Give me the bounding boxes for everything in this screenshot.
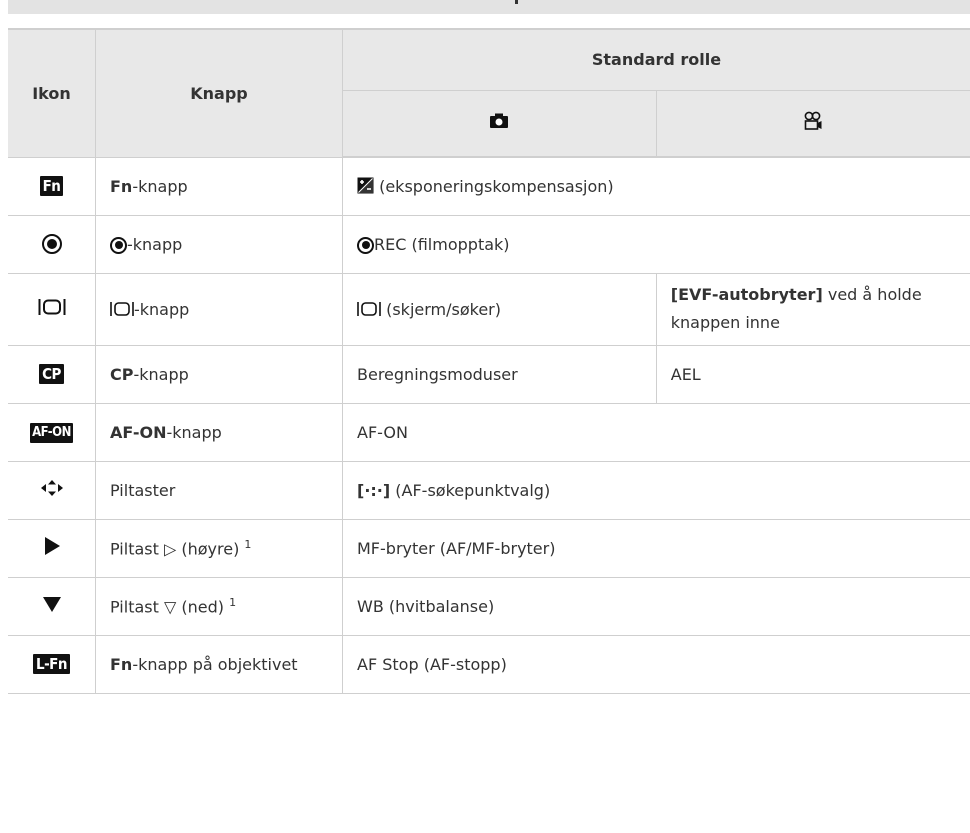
role-video-cell: AEL	[655, 345, 970, 404]
button-role-table: Ikon Knapp Standard rolle Fn Fn-knapp (e…	[8, 28, 970, 694]
row-icon-cell	[8, 577, 96, 636]
af-target-icon: [·:·]	[357, 480, 391, 500]
role-cell: AF Stop (AF-stopp)	[342, 635, 970, 694]
record-icon	[357, 236, 374, 254]
lens-fn-icon: L-Fn	[32, 654, 71, 674]
knapp-cell: Fn-knapp på objektivet	[95, 635, 343, 694]
knapp-cell: -knapp	[95, 273, 343, 346]
table-row: Piltaster [·:·] (AF-søkepunktvalg)	[8, 461, 970, 520]
role-video-cell: [EVF-autobryter] ved å holde knappen inn…	[655, 273, 970, 346]
table-row: AF-ON AF-ON-knapp AF-ON	[8, 403, 970, 462]
header-photo	[342, 90, 657, 158]
role-photo-cell: Beregningsmoduser	[342, 345, 657, 404]
knapp-cell: Piltaster	[95, 461, 343, 520]
role-cell: (eksponeringskompensasjon)	[342, 157, 970, 216]
monitor-viewer-icon	[357, 301, 381, 316]
knapp-cell: -knapp	[95, 215, 343, 274]
play-right-icon	[44, 537, 60, 555]
row-icon-cell	[8, 519, 96, 578]
exposure-compensation-icon	[357, 177, 374, 194]
table-row: -knapp (skjerm/søker) [EVF-autobryter] v…	[8, 273, 970, 346]
knapp-cell: AF-ON-knapp	[95, 403, 343, 462]
role-cell: AF-ON	[342, 403, 970, 462]
role-cell: MF-bryter (AF/MF-bryter)	[342, 519, 970, 578]
row-icon-cell: Fn	[8, 157, 96, 216]
row-icon-cell: AF-ON	[8, 403, 96, 462]
row-icon-cell	[8, 215, 96, 274]
table-row: -knapp REC (filmopptak)	[8, 215, 970, 274]
header-knapp: Knapp	[95, 28, 343, 158]
fn-icon: Fn	[39, 176, 64, 196]
header-video	[655, 90, 970, 158]
arrow-pad-icon	[40, 480, 63, 496]
table-row: L-Fn Fn-knapp på objektivet AF Stop (AF-…	[8, 635, 970, 694]
record-icon	[110, 236, 127, 254]
row-icon-cell	[8, 273, 96, 346]
record-icon	[41, 234, 62, 255]
table-row: Piltast ▷ (høyre) 1 MF-bryter (AF/MF-bry…	[8, 519, 970, 578]
af-on-icon: AF-ON	[30, 423, 73, 443]
table-row: Piltast ▽ (ned) 1 WB (hvitbalanse)	[8, 577, 970, 636]
role-cell: REC (filmopptak)	[342, 215, 970, 274]
monitor-viewer-icon	[110, 301, 134, 316]
knapp-cell: CP-knapp	[95, 345, 343, 404]
row-icon-cell: CP	[8, 345, 96, 404]
row-icon-cell: L-Fn	[8, 635, 96, 694]
top-rule	[8, 0, 970, 14]
knapp-cell: Fn-knapp	[95, 157, 343, 216]
movie-camera-icon	[804, 111, 822, 131]
role-cell: WB (hvitbalanse)	[342, 577, 970, 636]
header-standard-rolle: Standard rolle	[342, 28, 970, 91]
table-row: Fn Fn-knapp (eksponeringskompensasjon)	[8, 157, 970, 216]
cp-icon: CP	[39, 364, 64, 384]
row-icon-cell	[8, 461, 96, 520]
role-cell: [·:·] (AF-søkepunktvalg)	[342, 461, 970, 520]
header-ikon: Ikon	[8, 28, 96, 158]
knapp-cell: Piltast ▽ (ned) 1	[95, 577, 343, 636]
table-row: CP CP-knapp Beregningsmoduser AEL	[8, 345, 970, 404]
knapp-cell: Piltast ▷ (høyre) 1	[95, 519, 343, 578]
triangle-down-icon	[42, 597, 61, 612]
top-rule-tick	[515, 0, 518, 4]
monitor-viewer-icon	[38, 299, 65, 315]
role-photo-cell: (skjerm/søker)	[342, 273, 657, 346]
camera-icon	[490, 113, 509, 129]
